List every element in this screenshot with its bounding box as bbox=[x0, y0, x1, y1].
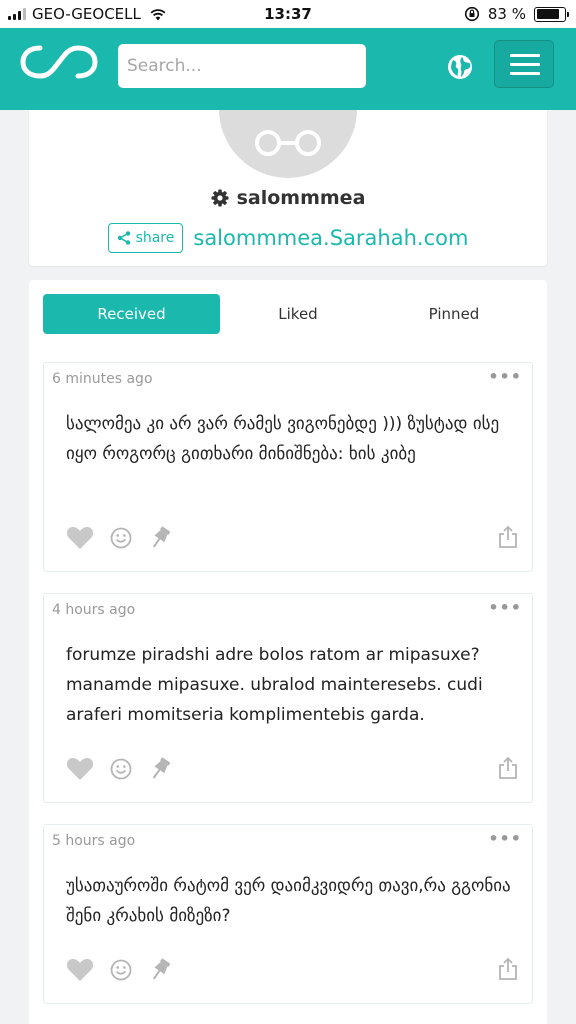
heart-icon[interactable] bbox=[66, 757, 94, 781]
message-actions bbox=[66, 525, 172, 551]
tab-pinned[interactable]: Pinned bbox=[376, 294, 532, 334]
heart-icon[interactable] bbox=[66, 526, 94, 550]
hamburger-menu-button[interactable] bbox=[494, 40, 554, 88]
tab-received[interactable]: Received bbox=[43, 294, 220, 334]
messages-panel: Received Liked Pinned 6 minutes ago ••• … bbox=[29, 280, 547, 1024]
message-time: 6 minutes ago bbox=[52, 371, 153, 387]
share-button[interactable]: share bbox=[107, 223, 184, 253]
message-text: forumze piradshi adre bolos ratom ar mip… bbox=[66, 645, 483, 725]
search-input[interactable] bbox=[118, 44, 366, 88]
tab-bar: Received Liked Pinned bbox=[43, 294, 533, 334]
message-time: 4 hours ago bbox=[52, 602, 136, 618]
app-header bbox=[0, 28, 576, 110]
smiley-icon[interactable] bbox=[110, 527, 132, 549]
username-row: salommmea bbox=[29, 187, 547, 209]
more-options-icon[interactable]: ••• bbox=[488, 829, 522, 848]
more-options-icon[interactable]: ••• bbox=[488, 367, 522, 386]
glasses-icon bbox=[255, 130, 321, 156]
smiley-icon[interactable] bbox=[110, 758, 132, 780]
globe-icon[interactable] bbox=[447, 54, 473, 80]
battery-icon bbox=[534, 6, 569, 22]
heart-icon[interactable] bbox=[66, 958, 94, 982]
pin-icon[interactable] bbox=[148, 525, 172, 551]
share-out-icon[interactable] bbox=[498, 957, 518, 981]
more-options-icon[interactable]: ••• bbox=[488, 598, 522, 617]
share-out-icon[interactable] bbox=[498, 525, 518, 549]
share-label: share bbox=[135, 230, 175, 246]
message-actions bbox=[66, 756, 172, 782]
username: salommmea bbox=[236, 187, 366, 209]
orientation-lock-icon bbox=[464, 6, 479, 22]
share-row: share salommmea.Sarahah.com bbox=[29, 223, 547, 253]
message-text: სალომეა კი არ ვარ რამეს ვიგონებდე ))) ზუ… bbox=[66, 414, 500, 464]
profile-link[interactable]: salommmea.Sarahah.com bbox=[193, 226, 468, 250]
pin-icon[interactable] bbox=[148, 957, 172, 983]
message-time: 5 hours ago bbox=[52, 833, 136, 849]
message-card: 6 minutes ago ••• სალომეა კი არ ვარ რამე… bbox=[43, 362, 533, 572]
avatar bbox=[219, 110, 357, 178]
share-out-icon[interactable] bbox=[498, 756, 518, 780]
battery-percent: 83 % bbox=[487, 5, 526, 23]
pin-icon[interactable] bbox=[148, 756, 172, 782]
profile-card: salommmea share salommmea.Sarahah.com bbox=[29, 110, 547, 266]
tab-liked[interactable]: Liked bbox=[220, 294, 376, 334]
message-card: 5 hours ago ••• უსათაუროში რატომ ვერ დაი… bbox=[43, 824, 533, 1004]
status-bar: GEO-GEOCELL 13:37 83 % bbox=[0, 0, 576, 28]
message-actions bbox=[66, 957, 172, 983]
infinity-logo-icon[interactable] bbox=[20, 42, 98, 82]
gear-icon[interactable] bbox=[211, 189, 229, 207]
smiley-icon[interactable] bbox=[110, 959, 132, 981]
share-icon bbox=[117, 231, 130, 245]
message-card: 4 hours ago ••• forumze piradshi adre bo… bbox=[43, 593, 533, 803]
status-right: 83 % bbox=[464, 5, 569, 23]
message-text: უსათაუროში რატომ ვერ დაიმკვიდრე თავი,რა … bbox=[66, 876, 511, 926]
